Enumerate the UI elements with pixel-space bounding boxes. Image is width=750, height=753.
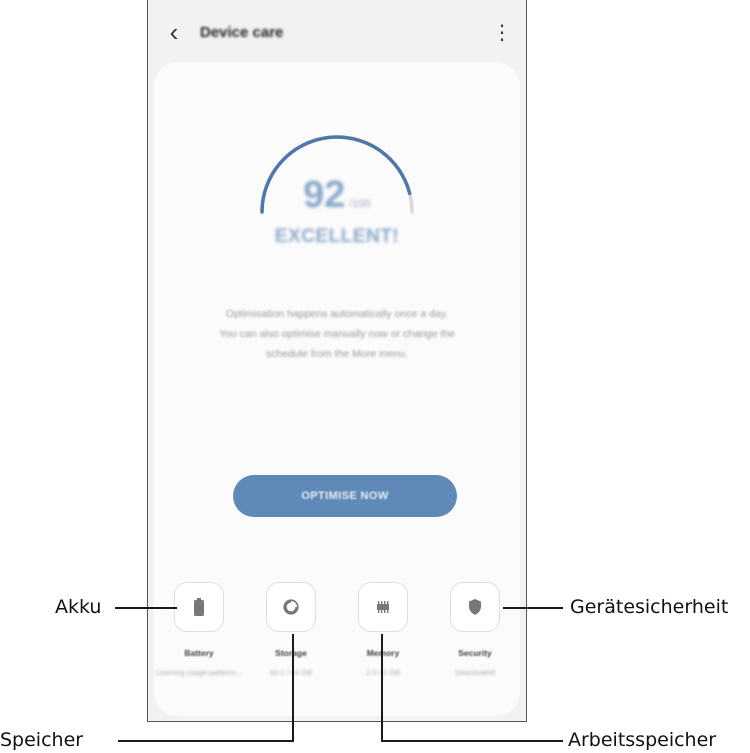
more-options-button[interactable]: ⋮ bbox=[492, 20, 512, 46]
callout-line-akku bbox=[115, 607, 177, 609]
app-bar: ‹ Device care ⋮ bbox=[148, 0, 526, 66]
tile-label: Battery bbox=[184, 648, 214, 658]
callout-arbeitsspeicher: Arbeitsspeicher bbox=[568, 729, 717, 751]
battery-button[interactable] bbox=[174, 582, 224, 632]
tile-storage[interactable]: Storage 60.1 / 64 GB bbox=[246, 582, 336, 677]
tile-subtext: 60.1 / 64 GB bbox=[269, 668, 313, 677]
description-line: schedule from the More menu. bbox=[265, 348, 409, 360]
more-vertical-icon: ⋮ bbox=[492, 22, 512, 44]
score-max: /100 bbox=[349, 198, 371, 210]
tile-memory[interactable]: Memory 2.0 / 6 GB bbox=[338, 582, 428, 677]
score-status: EXCELLENT! bbox=[274, 226, 400, 247]
callout-geraetesicherheit: Gerätesicherheit bbox=[570, 596, 729, 618]
phone-screen: ‹ Device care ⋮ 92/100 EXCELLENT! Optimi… bbox=[147, 0, 527, 722]
tile-label: Memory bbox=[366, 648, 400, 658]
description-line: You can also optimise manually now or ch… bbox=[218, 328, 455, 340]
storage-pie-icon bbox=[283, 599, 299, 615]
security-button[interactable] bbox=[450, 582, 500, 632]
tile-subtext: Learning usage patterns... bbox=[155, 668, 243, 677]
description-line: Optimisation happens automatically once … bbox=[225, 308, 449, 320]
score-display: 92/100 bbox=[154, 174, 520, 217]
optimise-now-label: OPTIMISE NOW bbox=[301, 490, 389, 502]
optimise-now-button[interactable]: OPTIMISE NOW bbox=[233, 475, 457, 517]
callout-akku: Akku bbox=[55, 596, 102, 618]
tile-subtext: Deactivated bbox=[455, 668, 495, 677]
back-button[interactable]: ‹ bbox=[162, 18, 186, 46]
callout-line-speicher-horizontal bbox=[118, 740, 294, 742]
callout-line-geraetesicherheit bbox=[503, 607, 563, 609]
storage-button[interactable] bbox=[266, 582, 316, 632]
tile-battery[interactable]: Battery Learning usage patterns... bbox=[154, 582, 244, 677]
tile-security[interactable]: Security Deactivated bbox=[430, 582, 520, 677]
memory-chip-icon bbox=[377, 601, 389, 613]
shield-icon bbox=[469, 599, 481, 615]
page-title: Device care bbox=[200, 24, 284, 41]
tile-subtext: 2.0 / 6 GB bbox=[366, 668, 400, 677]
callout-line-arbeitsspeicher-vertical bbox=[381, 634, 383, 742]
tile-label: Storage bbox=[275, 648, 307, 658]
device-care-card: 92/100 EXCELLENT! Optimisation happens a… bbox=[154, 62, 520, 716]
tile-label: Security bbox=[458, 648, 492, 658]
memory-button[interactable] bbox=[358, 582, 408, 632]
battery-icon bbox=[194, 598, 204, 616]
optimisation-description: Optimisation happens automatically once … bbox=[178, 304, 496, 364]
callout-line-speicher-vertical bbox=[292, 634, 294, 742]
callout-speicher: Speicher bbox=[0, 729, 84, 751]
chevron-left-icon: ‹ bbox=[169, 17, 179, 47]
score-value: 92 bbox=[303, 174, 346, 216]
callout-line-arbeitsspeicher-horizontal bbox=[381, 740, 563, 742]
